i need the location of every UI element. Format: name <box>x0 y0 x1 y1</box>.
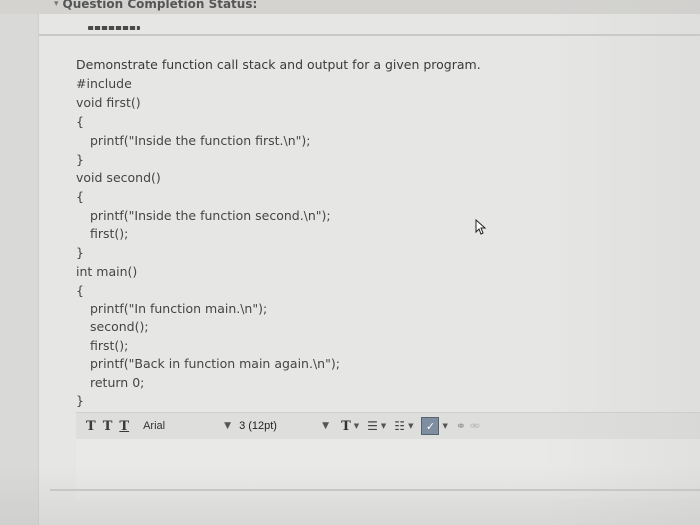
code-line: } <box>76 245 84 260</box>
numbered-list-caret-icon[interactable]: ▼ <box>408 422 413 430</box>
mouse-cursor-icon <box>475 219 487 235</box>
chevron-down-icon: ▼ <box>224 421 232 431</box>
bulleted-list-icon[interactable]: ☰ <box>367 419 378 433</box>
code-line: return 0; <box>90 375 145 390</box>
code-line: first(); <box>90 226 129 241</box>
code-line: first(); <box>90 338 129 353</box>
text-style-button[interactable]: T <box>86 419 96 434</box>
code-line: #include <box>76 76 132 91</box>
spellcheck-icon[interactable]: ✓ <box>421 417 440 435</box>
completion-status-label: Question Completion Status: <box>62 0 258 11</box>
text-style-button[interactable]: T <box>119 419 129 434</box>
question-heading-partial <box>88 26 140 30</box>
code-line: { <box>76 114 84 129</box>
code-line: { <box>76 189 84 204</box>
chevron-down-icon[interactable]: ▾ <box>54 0 59 9</box>
code-line: { <box>76 283 84 298</box>
code-line: printf("Inside the function first.\n"); <box>90 133 311 148</box>
code-line: printf("In function main.\n"); <box>90 301 268 316</box>
chevron-down-icon: ▼ <box>322 421 330 431</box>
code-line: void first() <box>76 95 141 110</box>
code-line: second(); <box>90 319 149 334</box>
spellcheck-caret-icon[interactable]: ▼ <box>442 422 447 430</box>
code-line: void second() <box>76 170 161 185</box>
code-line: printf("Inside the function second.\n"); <box>90 208 331 223</box>
question-prompt: Demonstrate function call stack and outp… <box>76 57 481 72</box>
bottom-divider <box>50 489 700 491</box>
code-line: int main() <box>76 264 138 279</box>
text-format-button[interactable]: T <box>341 419 351 434</box>
text-style-button[interactable]: T <box>103 419 113 434</box>
code-line: } <box>76 152 84 167</box>
code-line: printf("Back in function main again.\n")… <box>90 356 340 371</box>
panel-divider <box>39 34 700 36</box>
text-format-caret-icon[interactable]: ▼ <box>354 422 359 430</box>
font-family-value: Arial <box>143 420 166 432</box>
font-family-select[interactable]: Arial ▼ <box>143 417 231 435</box>
link-icon[interactable]: ⚭ <box>456 419 466 433</box>
numbered-list-icon[interactable]: ☷ <box>394 419 405 433</box>
font-size-value: 3 (12pt) <box>239 420 277 432</box>
unlink-icon[interactable]: ⚮ <box>470 419 480 433</box>
font-size-select[interactable]: 3 (12pt) ▼ <box>239 417 329 435</box>
editor-toolbar: T T T Arial ▼ 3 (12pt) ▼ T ▼ ☰ ▼ ☷ ▼ ✓ ▼… <box>76 412 700 440</box>
code-line: } <box>76 393 84 408</box>
completion-status-header[interactable]: ▾ Question Completion Status: <box>54 0 257 11</box>
bulleted-list-caret-icon[interactable]: ▼ <box>381 422 386 430</box>
